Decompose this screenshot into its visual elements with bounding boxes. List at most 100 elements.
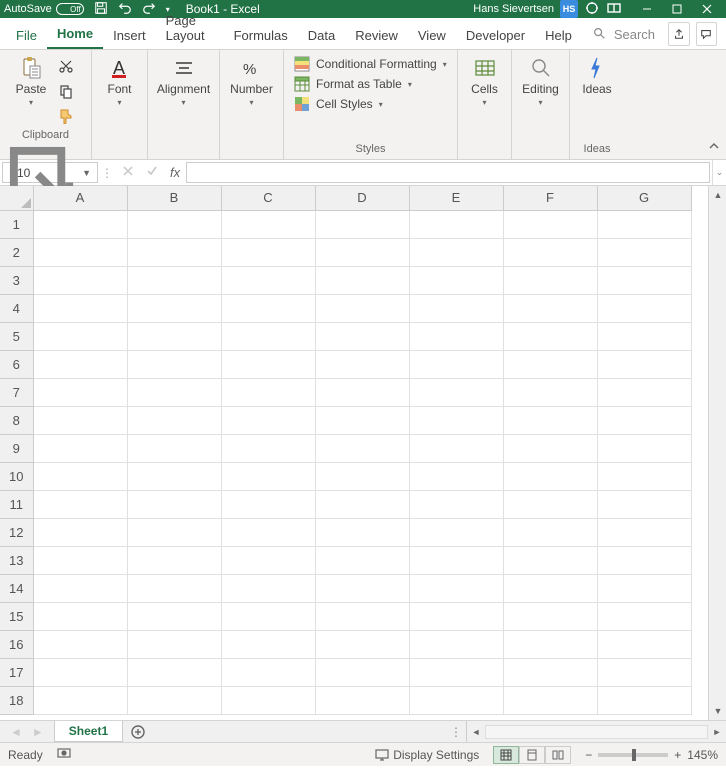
tab-insert[interactable]: Insert <box>103 22 156 49</box>
cell[interactable] <box>597 294 691 322</box>
cell[interactable] <box>315 462 409 490</box>
zoom-in-icon[interactable]: + <box>674 748 681 762</box>
cell[interactable] <box>597 574 691 602</box>
cell[interactable] <box>127 490 221 518</box>
cell[interactable] <box>221 490 315 518</box>
cell[interactable] <box>597 210 691 238</box>
cell[interactable] <box>409 266 503 294</box>
cell[interactable] <box>221 518 315 546</box>
ideas-button[interactable]: Ideas <box>576 54 618 98</box>
cut-icon[interactable] <box>58 58 74 77</box>
cell[interactable] <box>33 406 127 434</box>
cell[interactable] <box>127 546 221 574</box>
cell[interactable] <box>315 434 409 462</box>
cell[interactable] <box>315 658 409 686</box>
cell[interactable] <box>315 294 409 322</box>
cell[interactable] <box>409 574 503 602</box>
user-avatar[interactable]: HS <box>560 0 578 18</box>
cell[interactable] <box>503 686 597 714</box>
horizontal-scrollbar[interactable]: ◄ ► <box>466 721 726 742</box>
row-header[interactable]: 8 <box>0 406 33 434</box>
column-header[interactable]: B <box>127 186 221 210</box>
row-header[interactable]: 1 <box>0 210 33 238</box>
cell[interactable] <box>503 378 597 406</box>
cell[interactable] <box>597 602 691 630</box>
cell[interactable] <box>503 210 597 238</box>
cell[interactable] <box>597 686 691 714</box>
coming-soon-icon[interactable] <box>584 0 600 19</box>
cell[interactable] <box>33 434 127 462</box>
cell[interactable] <box>503 602 597 630</box>
normal-view-button[interactable] <box>493 746 519 764</box>
tab-view[interactable]: View <box>408 22 456 49</box>
cell[interactable] <box>503 434 597 462</box>
formula-input[interactable] <box>186 162 710 183</box>
cell[interactable] <box>597 434 691 462</box>
collapse-ribbon-icon[interactable] <box>708 140 720 155</box>
cell[interactable] <box>127 434 221 462</box>
cell[interactable] <box>315 210 409 238</box>
ribbon-options-icon[interactable] <box>606 0 622 19</box>
cell[interactable] <box>221 322 315 350</box>
cell[interactable] <box>503 238 597 266</box>
cell[interactable] <box>127 294 221 322</box>
cell[interactable] <box>221 378 315 406</box>
cell[interactable] <box>315 322 409 350</box>
cell[interactable] <box>409 602 503 630</box>
sheet-tab-active[interactable]: Sheet1 <box>54 721 123 742</box>
cell[interactable] <box>409 350 503 378</box>
cell[interactable] <box>597 490 691 518</box>
sheet-options-icon[interactable]: ⋮ <box>446 721 466 742</box>
row-header[interactable]: 2 <box>0 238 33 266</box>
cells-dropdown[interactable]: Cells ▾ <box>464 54 505 109</box>
cell[interactable] <box>221 266 315 294</box>
expand-formula-bar-icon[interactable]: ⌄ <box>712 160 726 185</box>
column-header[interactable]: A <box>33 186 127 210</box>
row-header[interactable]: 18 <box>0 686 33 714</box>
cell[interactable] <box>33 378 127 406</box>
cell[interactable] <box>127 322 221 350</box>
cell[interactable] <box>33 350 127 378</box>
zoom-level[interactable]: 145% <box>687 748 718 762</box>
cell[interactable] <box>503 266 597 294</box>
cell[interactable] <box>221 238 315 266</box>
cell[interactable] <box>315 518 409 546</box>
cell[interactable] <box>409 630 503 658</box>
cell[interactable] <box>221 406 315 434</box>
tab-data[interactable]: Data <box>298 22 345 49</box>
cell[interactable] <box>503 406 597 434</box>
cell[interactable] <box>315 630 409 658</box>
cell[interactable] <box>409 406 503 434</box>
tab-page-layout[interactable]: Page Layout <box>156 7 224 49</box>
cell[interactable] <box>127 658 221 686</box>
cell[interactable] <box>503 350 597 378</box>
cell[interactable] <box>597 322 691 350</box>
cell[interactable] <box>409 210 503 238</box>
cell[interactable] <box>127 630 221 658</box>
cell[interactable] <box>221 434 315 462</box>
cell[interactable] <box>127 378 221 406</box>
cell[interactable] <box>127 238 221 266</box>
cell[interactable] <box>127 686 221 714</box>
cell[interactable] <box>315 406 409 434</box>
cell[interactable] <box>221 294 315 322</box>
prev-sheet-icon[interactable]: ◄ <box>10 725 22 739</box>
maximize-button[interactable] <box>662 0 692 18</box>
page-break-view-button[interactable] <box>545 746 571 764</box>
cell[interactable] <box>127 462 221 490</box>
cell[interactable] <box>33 518 127 546</box>
cell[interactable] <box>221 350 315 378</box>
zoom-slider[interactable] <box>598 753 668 757</box>
cell[interactable] <box>597 350 691 378</box>
tab-help[interactable]: Help <box>535 22 582 49</box>
cell[interactable] <box>409 490 503 518</box>
scroll-right-icon[interactable]: ► <box>708 723 726 741</box>
cell[interactable] <box>597 546 691 574</box>
undo-icon[interactable] <box>118 1 132 18</box>
cell[interactable] <box>409 546 503 574</box>
cell[interactable] <box>409 322 503 350</box>
cell[interactable] <box>597 518 691 546</box>
row-header[interactable]: 14 <box>0 574 33 602</box>
cell[interactable] <box>597 266 691 294</box>
cell[interactable] <box>221 462 315 490</box>
